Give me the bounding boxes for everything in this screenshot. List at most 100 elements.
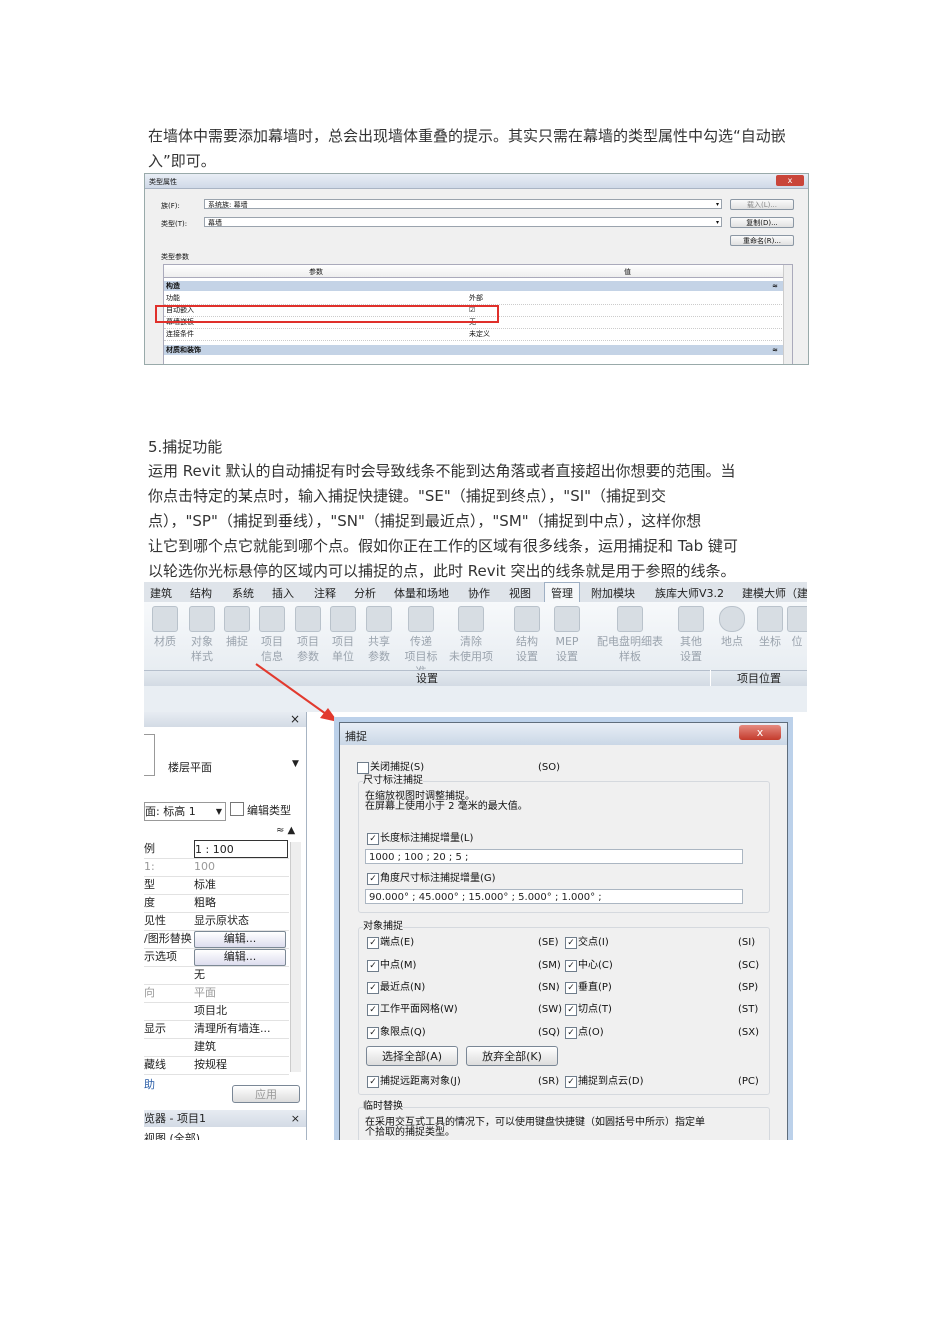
tab-analyze[interactable]: 分析 [354, 585, 376, 601]
workplane-grid-checkbox[interactable]: ✓ [367, 1004, 379, 1016]
family-select[interactable]: 系统族: 幕墙 ▾ [204, 199, 722, 209]
tab-systems[interactable]: 系统 [232, 585, 254, 601]
intersection-checkbox[interactable]: ✓ [565, 937, 577, 949]
tab-manage[interactable]: 管理 [544, 582, 580, 604]
perpendicular-checkbox[interactable]: ✓ [565, 982, 577, 994]
snaps-off-checkbox[interactable] [357, 762, 369, 774]
dialog-titlebar: 类型属性 x [145, 174, 808, 189]
tab-collaborate[interactable]: 协作 [468, 585, 490, 601]
close-icon[interactable]: × [291, 1110, 300, 1127]
settings-panel-label: 设置 [144, 670, 710, 687]
purge-unused-button[interactable]: 清除 未使用项 [448, 602, 494, 664]
rename-button[interactable]: 重命名(R)... [730, 235, 794, 246]
length-snap-checkbox[interactable]: ✓ [367, 833, 379, 845]
angle-increments-input[interactable]: 90.000° ; 45.000° ; 15.000° ; 5.000° ; 1… [365, 889, 743, 904]
panel-schedule-button[interactable]: 配电盘明细表 样板 [594, 602, 666, 664]
tab-annotate[interactable]: 注释 [314, 585, 336, 601]
section-construction[interactable]: 构造 ≈ [164, 281, 784, 291]
tab-family-lib[interactable]: 族库大师V3.2 [655, 585, 724, 601]
vertical-scrollbar[interactable] [783, 265, 792, 364]
object-styles-button[interactable]: 对象 样式 [185, 602, 219, 664]
perpendicular-code: (SP) [738, 982, 759, 993]
revit-screenshot: 建筑 结构 系统 插入 注释 分析 体量和场地 协作 视图 管理 附加模块 族库… [144, 582, 807, 1140]
transfer-standards-button[interactable]: 传递项目标准 [400, 602, 442, 679]
midpoint-code: (SM) [538, 960, 561, 971]
edit-type-button[interactable]: 编辑类型 [230, 802, 291, 819]
collapse-icon[interactable]: ≈ ▲ [276, 825, 295, 836]
tab-architecture[interactable]: 建筑 [150, 585, 172, 601]
browser-views-item[interactable]: 视图 (全部) [144, 1130, 200, 1140]
type-select[interactable]: 幕墙 ▾ [204, 217, 722, 227]
materials-button[interactable]: 材质 [148, 602, 182, 649]
prop-row: 型标准 [144, 876, 289, 895]
close-icon[interactable]: × [290, 712, 300, 726]
tab-massing[interactable]: 体量和场地 [394, 585, 449, 601]
point-cloud-code: (PC) [738, 1076, 759, 1087]
view-type-label: 楼层平面 [168, 761, 212, 774]
level-select[interactable]: 面: 标高 1 ▼ [144, 802, 226, 821]
deselect-all-button[interactable]: 放弃全部(K) [466, 1046, 558, 1066]
project-info-icon [259, 606, 285, 632]
duplicate-button[interactable]: 复制(D)... [730, 217, 794, 228]
section-materials[interactable]: 材质和装饰 ≈ [164, 345, 784, 355]
select-all-button[interactable]: 选择全部(A) [366, 1046, 458, 1066]
point-checkbox[interactable]: ✓ [565, 1027, 577, 1039]
center-checkbox[interactable]: ✓ [565, 960, 577, 972]
prop-row: 建筑 [144, 1038, 289, 1057]
nearest-checkbox[interactable]: ✓ [367, 982, 379, 994]
remote-objects-checkbox[interactable]: ✓ [367, 1076, 379, 1088]
snaps-off-label: 关闭捕捉(S) [370, 762, 425, 773]
location-button[interactable]: 地点 [715, 602, 749, 649]
properties-help-link[interactable]: 助 [144, 1076, 155, 1092]
midpoint-checkbox[interactable]: ✓ [367, 960, 379, 972]
quadrant-checkbox[interactable]: ✓ [367, 1027, 379, 1039]
structural-settings-button[interactable]: 结构 设置 [510, 602, 544, 664]
tab-structure[interactable]: 结构 [190, 585, 212, 601]
col-value: 值 [624, 268, 631, 276]
toolbar-band [144, 686, 807, 712]
type-label: 类型(T): [161, 220, 188, 228]
text-line: 以轮选你光标悬停的区域内可以捕捉的点，此时 Revit 突出的线条就是用于参照的… [148, 562, 736, 580]
point-cloud-checkbox[interactable]: ✓ [565, 1076, 577, 1088]
col-param: 参数 [309, 268, 323, 276]
vg-edit-button[interactable]: 编辑... [194, 931, 286, 948]
graphic-display-edit-button[interactable]: 编辑... [194, 949, 286, 966]
endpoint-checkbox[interactable]: ✓ [367, 937, 379, 949]
project-units-button[interactable]: 项目 单位 [326, 602, 360, 664]
coordinates-button[interactable]: 坐标 [753, 602, 787, 649]
collapse-icon: ≈ [772, 282, 778, 290]
highlight-auto-embed-row [155, 305, 499, 323]
tab-modeling[interactable]: 建模大师（建 [742, 585, 807, 601]
tangent-checkbox[interactable]: ✓ [565, 1004, 577, 1016]
dim-desc-2: 在屏幕上使用小于 2 毫米的最大值。 [365, 801, 528, 812]
ribbon-tabs: 建筑 结构 系统 插入 注释 分析 体量和场地 协作 视图 管理 附加模块 族库… [144, 582, 807, 604]
position-button[interactable]: 位 [787, 602, 807, 649]
chevron-down-icon: ▾ [715, 201, 719, 208]
length-increments-input[interactable]: 1000 ; 100 ; 20 ; 5 ; [365, 849, 743, 864]
purge-icon [458, 606, 484, 632]
prop-row: 无 [144, 966, 289, 985]
intro-paragraph: 在墙体中需要添加幕墙时，总会出现墙体重叠的提示。其实只需在幕墙的类型属性中勾选“… [148, 127, 786, 170]
project-browser-title: 览器 - 项目1 [144, 1112, 206, 1125]
vertical-scrollbar[interactable] [290, 842, 301, 1072]
tab-addins[interactable]: 附加模块 [591, 585, 635, 601]
properties-header: × [144, 712, 306, 727]
project-params-button[interactable]: 项目 参数 [291, 602, 325, 664]
shared-params-icon [366, 606, 392, 632]
close-icon[interactable]: x [776, 175, 804, 186]
snaps-button[interactable]: 捕捉 [220, 602, 254, 649]
apply-button[interactable]: 应用 [232, 1085, 300, 1103]
text-line: 让它到哪个点它就能到哪个点。假如你正在工作的区域有很多线条，运用捕捉和 Tab … [148, 537, 738, 555]
shared-params-button[interactable]: 共享 参数 [362, 602, 396, 664]
family-label: 族(F): [161, 202, 180, 210]
tab-insert[interactable]: 插入 [272, 585, 294, 601]
close-icon[interactable]: x [739, 725, 781, 740]
other-settings-button[interactable]: 其他 设置 [674, 602, 708, 664]
angle-snap-checkbox[interactable]: ✓ [367, 873, 379, 885]
mep-settings-button[interactable]: MEP 设置 [550, 602, 584, 664]
load-button[interactable]: 载入(L)... [730, 199, 794, 210]
project-info-button[interactable]: 项目 信息 [255, 602, 289, 664]
scale-field[interactable]: 1 : 100 [194, 840, 288, 858]
chevron-down-icon[interactable]: ▼ [292, 759, 299, 769]
tab-view[interactable]: 视图 [509, 585, 531, 601]
